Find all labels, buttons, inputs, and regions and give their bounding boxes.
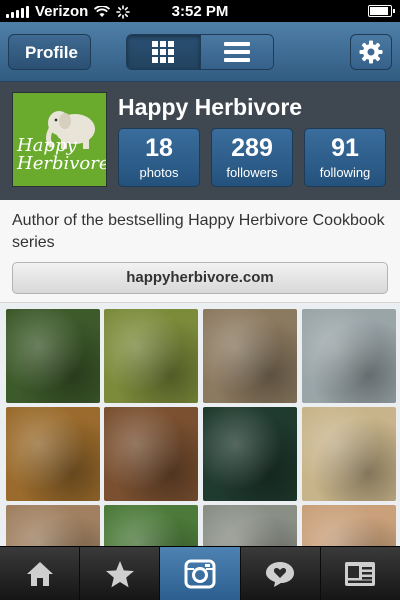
- bio-text: Author of the bestselling Happy Herbivor…: [12, 212, 385, 251]
- photo-thumbnail[interactable]: [203, 309, 297, 403]
- star-icon: [105, 560, 134, 587]
- profile-header: Happy Herbivore Happy Herbivore 18 photo…: [0, 82, 400, 200]
- photo-thumbnail[interactable]: [6, 309, 100, 403]
- photo-thumbnail[interactable]: [302, 309, 396, 403]
- photo-thumbnail[interactable]: [203, 505, 297, 546]
- photo-thumbnail[interactable]: [302, 407, 396, 501]
- tab-profile[interactable]: [319, 547, 400, 600]
- stat-following[interactable]: 91 following: [304, 128, 386, 187]
- battery-icon: [368, 5, 395, 17]
- photo-thumbnail[interactable]: [302, 505, 396, 546]
- tab-news[interactable]: [239, 547, 320, 600]
- stat-value: 289: [231, 134, 273, 162]
- navigation-bar: Profile: [0, 22, 400, 82]
- stat-label: photos: [139, 165, 179, 180]
- heart-speech-icon: [266, 561, 295, 587]
- photo-thumbnail[interactable]: [104, 407, 198, 501]
- photo-thumbnail[interactable]: [104, 505, 198, 546]
- stat-photos[interactable]: 18 photos: [118, 128, 200, 187]
- profile-card-icon: [345, 561, 376, 586]
- tab-home[interactable]: [0, 547, 79, 600]
- tab-camera[interactable]: [159, 547, 240, 600]
- photo-grid: [0, 303, 400, 546]
- home-icon: [26, 561, 53, 586]
- camera-icon: [184, 559, 216, 588]
- list-view-button[interactable]: [199, 35, 273, 69]
- gear-icon: [359, 40, 383, 64]
- stat-label: followers: [226, 165, 278, 180]
- photo-thumbnail[interactable]: [104, 309, 198, 403]
- profile-username: Happy Herbivore: [118, 94, 303, 120]
- back-button-label: Profile: [25, 43, 78, 62]
- photo-thumbnail[interactable]: [6, 407, 100, 501]
- settings-button[interactable]: [350, 34, 392, 70]
- status-bar: Verizon 3:52 PM: [0, 0, 400, 22]
- list-icon: [223, 42, 250, 62]
- grid-view-button[interactable]: [127, 35, 200, 69]
- tab-bar: [0, 546, 400, 600]
- stat-value: 91: [331, 134, 359, 162]
- stat-value: 18: [145, 134, 173, 162]
- stat-label: following: [319, 165, 371, 180]
- website-button[interactable]: happyherbivore.com: [12, 262, 388, 294]
- back-button[interactable]: Profile: [8, 34, 91, 70]
- avatar[interactable]: Happy Herbivore: [12, 92, 107, 187]
- tab-popular[interactable]: [79, 547, 159, 600]
- photo-thumbnail[interactable]: [203, 407, 297, 501]
- grid-icon: [152, 41, 175, 63]
- bio-panel: Author of the bestselling Happy Herbivor…: [0, 200, 400, 303]
- photo-thumbnail[interactable]: [6, 505, 100, 546]
- status-time: 3:52 PM: [171, 3, 229, 20]
- avatar-text: Happy Herbivore: [17, 135, 107, 174]
- stat-followers[interactable]: 289 followers: [211, 128, 293, 187]
- view-toggle: [126, 34, 274, 70]
